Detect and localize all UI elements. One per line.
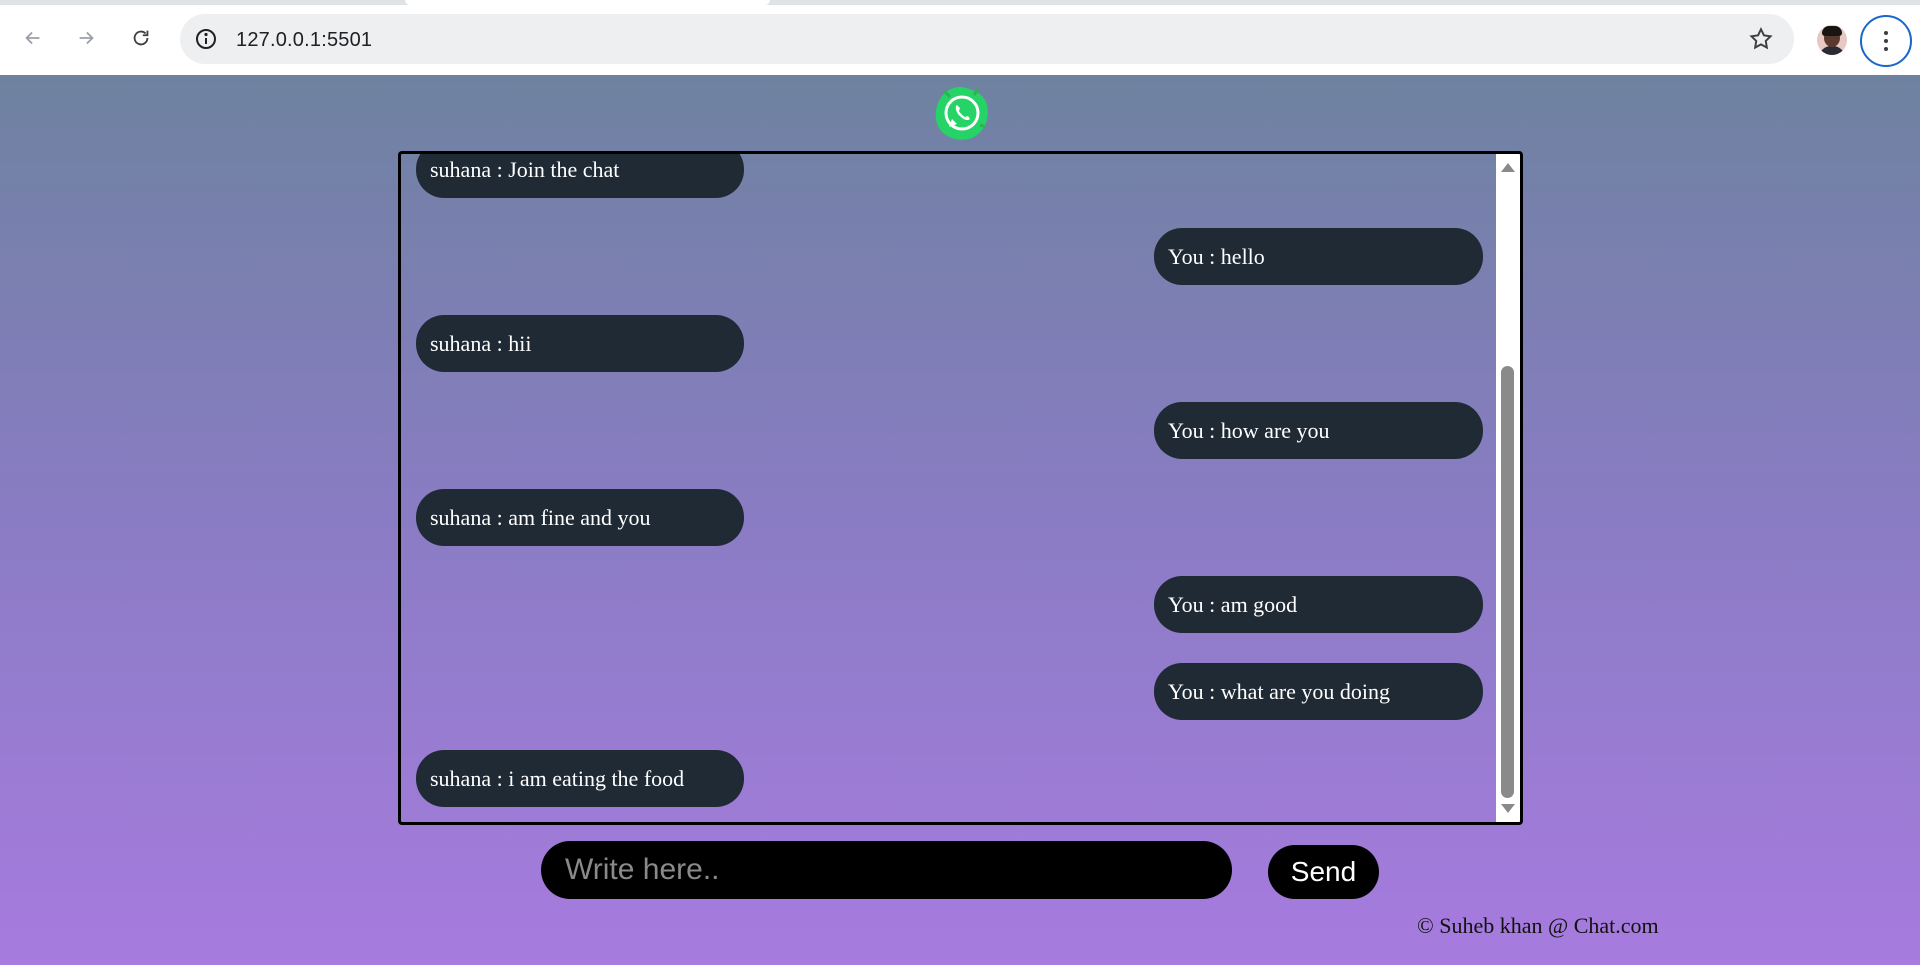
- whatsapp-logo-icon: [935, 86, 988, 140]
- message-bubble-sent: You : hello: [1154, 228, 1483, 285]
- message-bubble-received: suhana : am fine and you: [416, 489, 744, 546]
- message-bubble-received: suhana : hii: [416, 315, 744, 372]
- scroll-down-arrow-icon[interactable]: [1501, 804, 1515, 813]
- send-button[interactable]: Send: [1268, 845, 1379, 899]
- chat-messages-box[interactable]: suhana : Join the chat You : hello suhan…: [398, 151, 1523, 825]
- message-bubble-received: suhana : Join the chat: [416, 154, 744, 198]
- message-list: suhana : Join the chat You : hello suhan…: [401, 154, 1497, 822]
- avatar-shirt: [1819, 46, 1845, 55]
- arrow-right-icon: [79, 31, 94, 45]
- url-text[interactable]: 127.0.0.1:5501: [236, 29, 372, 52]
- browser-menu-button[interactable]: [1860, 15, 1912, 67]
- arrow-left-icon: [25, 31, 40, 45]
- reload-button[interactable]: [127, 24, 155, 52]
- back-button[interactable]: [19, 24, 47, 52]
- avatar-hair: [1822, 26, 1842, 36]
- address-bar[interactable]: 127.0.0.1:5501: [180, 14, 1794, 64]
- message-input[interactable]: [541, 841, 1232, 899]
- message-bubble-sent: You : am good: [1154, 576, 1483, 633]
- footer-copyright: © Suheb khan @ Chat.com: [1417, 913, 1659, 938]
- message-bubble-sent: You : how are you: [1154, 402, 1483, 459]
- more-vert-icon: [1884, 31, 1888, 51]
- scrollbar-thumb[interactable]: [1501, 366, 1514, 798]
- message-bubble-sent: You : what are you doing: [1154, 663, 1483, 720]
- chat-page: suhana : Join the chat You : hello suhan…: [0, 75, 1920, 965]
- scroll-up-arrow-icon[interactable]: [1501, 163, 1515, 172]
- forward-button[interactable]: [72, 24, 100, 52]
- chat-scrollbar[interactable]: [1496, 154, 1520, 822]
- profile-avatar[interactable]: [1817, 25, 1847, 55]
- message-bubble-received: suhana : i am eating the food: [416, 750, 744, 807]
- site-info-icon[interactable]: [194, 27, 218, 51]
- bookmark-star-icon[interactable]: [1748, 26, 1774, 52]
- reload-icon: [133, 30, 149, 46]
- browser-toolbar: 127.0.0.1:5501: [0, 5, 1920, 75]
